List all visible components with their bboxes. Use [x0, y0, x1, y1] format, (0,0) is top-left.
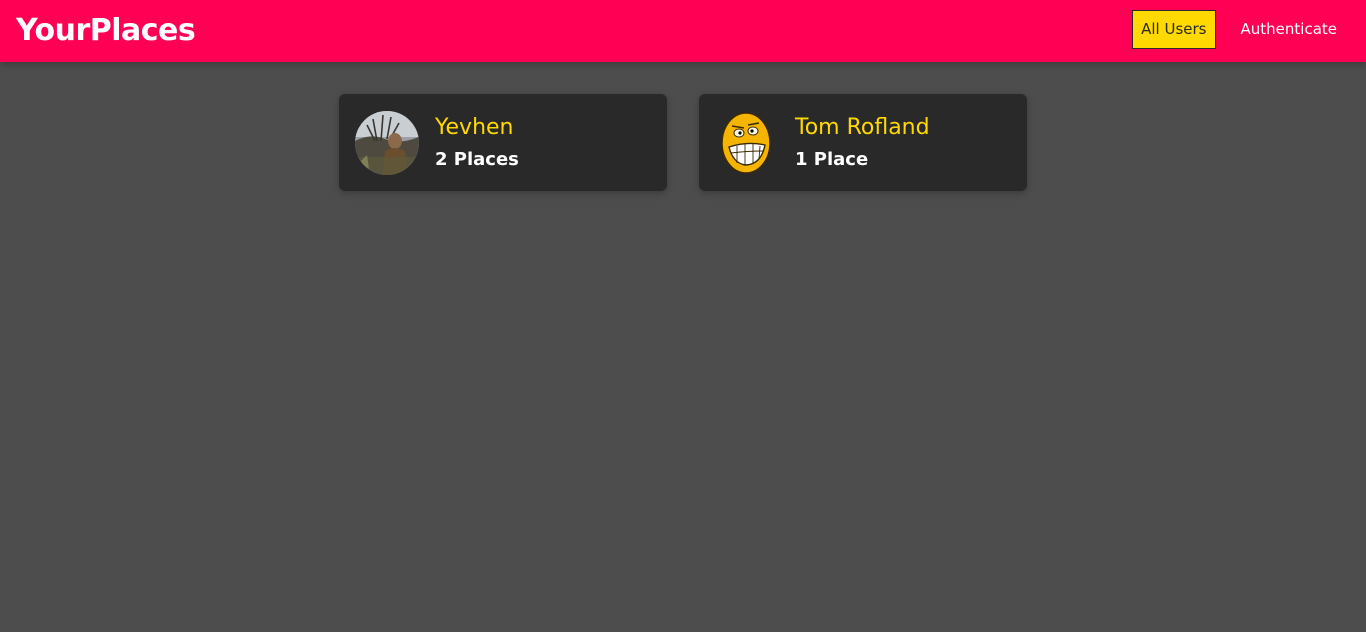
user-place-count: 1 Place: [795, 148, 869, 170]
user-place-count: 2 Places: [435, 148, 519, 170]
user-card-tom-rofland[interactable]: Tom Rofland 1 Place: [699, 94, 1027, 191]
smiley-face-avatar: [715, 110, 779, 175]
user-photo-avatar: [355, 110, 419, 175]
app-title-link[interactable]: YourPlaces: [16, 12, 196, 50]
user-info: Yevhen 2 Places: [435, 114, 519, 172]
nav-link-all-users[interactable]: All Users: [1132, 10, 1216, 49]
main-nav: All Users Authenticate: [1132, 10, 1346, 49]
user-card-yevhen[interactable]: Yevhen 2 Places: [339, 94, 667, 191]
user-info: Tom Rofland 1 Place: [795, 114, 930, 172]
user-name: Tom Rofland: [795, 114, 930, 140]
user-name: Yevhen: [435, 114, 514, 140]
nav-link-authenticate[interactable]: Authenticate: [1232, 10, 1347, 49]
main-header: YourPlaces All Users Authenticate: [0, 0, 1366, 62]
users-list: Yevhen 2 Places Tom Rofland 1 Place: [339, 94, 1027, 191]
